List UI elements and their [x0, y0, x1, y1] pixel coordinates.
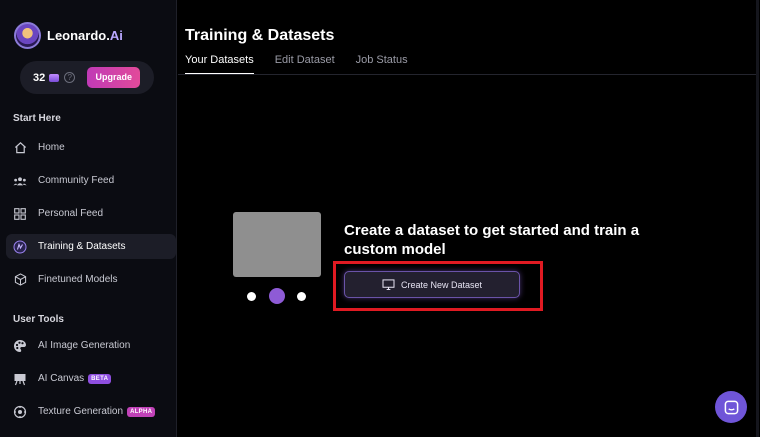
- tab-your-datasets[interactable]: Your Datasets: [185, 54, 254, 75]
- create-new-dataset-button[interactable]: Create New Dataset: [344, 271, 520, 298]
- section-title-start-here: Start Here: [13, 113, 61, 124]
- tab-edit-dataset[interactable]: Edit Dataset: [275, 54, 335, 75]
- brand-logo[interactable]: Leonardo.Ai: [14, 22, 123, 49]
- credit-count: 32: [33, 71, 46, 84]
- sidebar-item-label: Community Feed: [38, 175, 115, 186]
- section-title-user-tools: User Tools: [13, 314, 64, 325]
- app-window: Leonardo.Ai 32 ? Upgrade Start Here Home…: [0, 0, 760, 437]
- sidebar-item-ai-image-generation[interactable]: AI Image Generation: [6, 333, 176, 358]
- sidebar-item-texture-generation[interactable]: Texture Generation ALPHA: [6, 399, 176, 424]
- easel-icon: [13, 372, 27, 386]
- tabs-divider: [178, 74, 756, 75]
- sidebar-item-training-datasets[interactable]: Training & Datasets: [6, 234, 176, 259]
- sidebar-item-personal-feed[interactable]: Personal Feed: [6, 201, 176, 226]
- upgrade-button[interactable]: Upgrade: [87, 67, 141, 88]
- grid-icon: [13, 207, 27, 221]
- brand-name: Leonardo.Ai: [47, 28, 123, 43]
- sidebar-item-community-feed[interactable]: Community Feed: [6, 168, 176, 193]
- home-icon: [13, 141, 27, 155]
- sidebar-item-label: Personal Feed: [38, 208, 104, 219]
- beta-badge: BETA: [88, 373, 112, 384]
- monitor-icon: [382, 278, 396, 292]
- cube-icon: [13, 273, 27, 287]
- tab-job-status[interactable]: Job Status: [356, 54, 408, 75]
- sidebar-item-finetuned-models[interactable]: Finetuned Models: [6, 267, 176, 292]
- help-icon[interactable]: ?: [64, 72, 76, 83]
- sidebar-item-label: Finetuned Models: [38, 274, 118, 285]
- palette-icon: [13, 339, 27, 353]
- create-button-label: Create New Dataset: [400, 279, 483, 290]
- tab-bar: Your Datasets Edit Dataset Job Status: [185, 54, 429, 75]
- sidebar-item-label: Texture Generation: [38, 406, 124, 417]
- sidebar-item-label: AI Image Generation: [38, 340, 131, 351]
- carousel-dot-active[interactable]: [269, 288, 285, 304]
- carousel-dot[interactable]: [247, 292, 256, 301]
- chat-icon: [724, 400, 738, 414]
- sidebar: Leonardo.Ai 32 ? Upgrade Start Here Home…: [0, 0, 177, 437]
- training-icon: [13, 240, 27, 254]
- credits-widget: 32 ? Upgrade: [20, 61, 154, 94]
- texture-icon: [13, 405, 27, 419]
- sidebar-item-label: Training & Datasets: [38, 241, 126, 252]
- sidebar-item-label: Home: [38, 142, 65, 153]
- sidebar-item-ai-canvas[interactable]: AI Canvas BETA: [6, 366, 176, 391]
- carousel-dot[interactable]: [297, 292, 306, 301]
- community-icon: [13, 174, 27, 188]
- carousel-image-placeholder: [233, 212, 321, 277]
- sidebar-item-home[interactable]: Home: [6, 135, 176, 160]
- page-title: Training & Datasets: [185, 27, 335, 44]
- page-scrollbar[interactable]: [756, 0, 759, 437]
- logo-avatar-icon: [14, 22, 41, 49]
- sidebar-item-label: AI Canvas: [38, 373, 85, 384]
- support-chat-button[interactable]: [715, 391, 747, 423]
- main-content: Training & Datasets Your Datasets Edit D…: [178, 0, 760, 437]
- empty-state-message: Create a dataset to get started and trai…: [344, 222, 640, 258]
- token-icon: [49, 73, 60, 82]
- alpha-badge: ALPHA: [127, 406, 156, 417]
